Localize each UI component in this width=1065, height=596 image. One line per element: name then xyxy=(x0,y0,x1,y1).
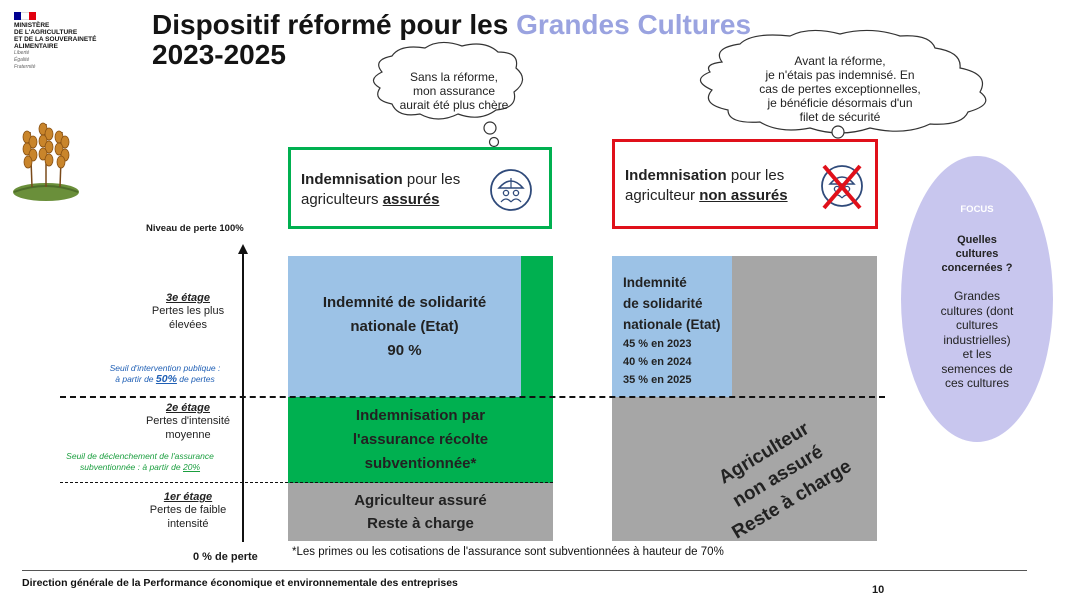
level-2: 2e étage Pertes d'intensité moyenne xyxy=(128,402,248,442)
level-3-title: 3e étage xyxy=(165,292,211,304)
insured-card-underlined: assurés xyxy=(382,191,440,208)
left-bubble-line-1: Sans la réforme, xyxy=(409,70,499,84)
insured-solidarity-block: Indemnité de solidarité nationale (Etat)… xyxy=(288,256,521,397)
level-3-desc-1: Pertes les plus xyxy=(151,305,225,317)
level-1: 1er étage Pertes de faible intensité xyxy=(128,491,248,531)
umbrella-people-icon xyxy=(490,169,532,211)
uninsured-solidarity-line1: Indemnité xyxy=(623,275,687,290)
insured-solidarity-line1: Indemnité de solidarité xyxy=(322,293,487,311)
focus-answer-6: semences de xyxy=(941,361,1013,376)
left-bubble-line-3: aurait été plus chère xyxy=(399,98,509,112)
insured-card-text: Indemnisation pour les agriculteurs assu… xyxy=(301,170,491,210)
insured-card: Indemnisation pour les agriculteurs assu… xyxy=(288,147,552,229)
insurance-threshold-line xyxy=(60,482,553,483)
uninsured-rate-2025: 35 % en 2025 xyxy=(623,374,692,386)
insured-self-line1: Agriculteur assuré xyxy=(354,492,487,509)
focus-answer-7: ces cultures xyxy=(944,376,1010,390)
insurance-threshold-pre: subventionnée : à partir de xyxy=(79,462,183,472)
axis-bottom-label: 0 % de perte xyxy=(193,551,258,563)
public-threshold-label: Seuil d'intervention publique : à partir… xyxy=(80,363,250,385)
focus-answer-1: Grandes xyxy=(953,289,1001,303)
right-bubble-line-3: cas de pertes exceptionnelles, xyxy=(759,82,921,96)
focus-question-1: Quelles xyxy=(957,234,997,246)
insured-solidarity-rate: 90 % xyxy=(387,341,422,359)
insured-insurance-line1: Indemnisation par xyxy=(355,407,486,424)
insured-insurance-line2: l'assurance récolte xyxy=(352,431,489,448)
insured-self-block: Agriculteur assuré Reste à charge xyxy=(288,483,553,541)
page-number: 10 xyxy=(872,584,885,596)
uninsured-card-text: Indemnisation pour les agriculteur non a… xyxy=(625,166,821,206)
right-bubble-line-1: Avant la réforme, xyxy=(794,54,886,68)
insurance-threshold-line1: Seuil de déclenchement de l'assurance xyxy=(66,451,214,461)
right-bubble-text: Avant la réforme, je n'étais pas indemni… xyxy=(722,54,958,124)
uninsured-solidarity-block: Indemnité de solidarité nationale (Etat)… xyxy=(612,256,732,397)
insurance-threshold-value: 20% xyxy=(183,462,201,472)
public-threshold-post: de pertes xyxy=(176,374,215,384)
right-bubble-line-2: je n'étais pas indemnisé. En xyxy=(765,68,915,82)
level-2-title: 2e étage xyxy=(165,402,211,414)
insured-card-bold: Indemnisation xyxy=(301,171,403,188)
public-threshold-pre: à partir de xyxy=(115,374,156,384)
uninsured-card: Indemnisation pour les agriculteur non a… xyxy=(612,139,878,229)
left-bubble-line-2: mon assurance xyxy=(412,84,496,98)
uninsured-card-underlined: non assurés xyxy=(699,187,788,204)
focus-answer-3: cultures xyxy=(955,318,999,332)
insured-top-insurance-strip xyxy=(521,256,553,397)
uninsured-solidarity-line3: nationale (Etat) xyxy=(623,317,721,332)
public-threshold-line xyxy=(60,396,885,398)
focus-text: FOCUS Quelles cultures concernées ? Gran… xyxy=(901,204,1053,391)
level-3: 3e étage Pertes les plus élevées xyxy=(128,292,248,332)
level-1-desc-1: Pertes de faible xyxy=(149,504,227,516)
footer-divider xyxy=(22,570,1027,571)
level-2-desc-2: moyenne xyxy=(165,429,211,441)
level-1-desc-2: intensité xyxy=(167,518,209,530)
uninsured-card-bold: Indemnisation xyxy=(625,167,727,184)
focus-answer-5: et les xyxy=(962,347,992,361)
left-bubble-dot-1 xyxy=(483,121,497,135)
uninsured-card-rest: pour les xyxy=(726,167,785,184)
crossed-umbrella-icon xyxy=(821,164,863,210)
right-bubble-dot-1 xyxy=(831,125,845,139)
insured-insurance-line3: subventionnée* xyxy=(364,455,477,472)
focus-answer-4: industrielles) xyxy=(943,332,1011,347)
right-bubble-line-4: je bénéficie désormais d'un xyxy=(767,96,913,110)
footer-text: Direction générale de la Performance éco… xyxy=(22,577,458,589)
level-2-desc-1: Pertes d'intensité xyxy=(145,415,231,427)
level-3-desc-2: élevées xyxy=(169,319,207,331)
insured-card-line2: agriculteurs xyxy=(301,191,383,208)
focus-question-3: concernées ? xyxy=(941,262,1013,274)
uninsured-solidarity-line2: de solidarité xyxy=(623,296,703,311)
left-bubble-dot-2 xyxy=(488,136,500,148)
insured-insurance-block: Indemnisation par l'assurance récolte su… xyxy=(288,397,553,483)
focus-title: FOCUS xyxy=(960,204,994,215)
insured-self-line2: Reste à charge xyxy=(367,515,474,532)
axis-top-label: Niveau de perte 100% xyxy=(146,223,244,234)
uninsured-rate-2023: 45 % en 2023 xyxy=(623,338,692,350)
insured-solidarity-line2: nationale (Etat) xyxy=(350,317,459,335)
insured-card-rest: pour les xyxy=(402,171,461,188)
left-bubble-text: Sans la réforme, mon assurance aurait ét… xyxy=(392,70,516,112)
footnote: *Les primes ou les cotisations de l'assu… xyxy=(292,546,724,558)
uninsured-card-line2: agriculteur xyxy=(625,187,700,204)
public-threshold-value: 50% xyxy=(155,373,177,385)
focus-question-2: cultures xyxy=(955,248,999,260)
uninsured-rate-2024: 40 % en 2024 xyxy=(623,356,692,368)
level-1-title: 1er étage xyxy=(163,491,213,503)
right-bubble-line-5: filet de sécurité xyxy=(799,110,881,124)
insurance-threshold-label: Seuil de déclenchement de l'assurance su… xyxy=(40,451,240,473)
focus-answer-2: cultures (dont xyxy=(940,303,1014,318)
